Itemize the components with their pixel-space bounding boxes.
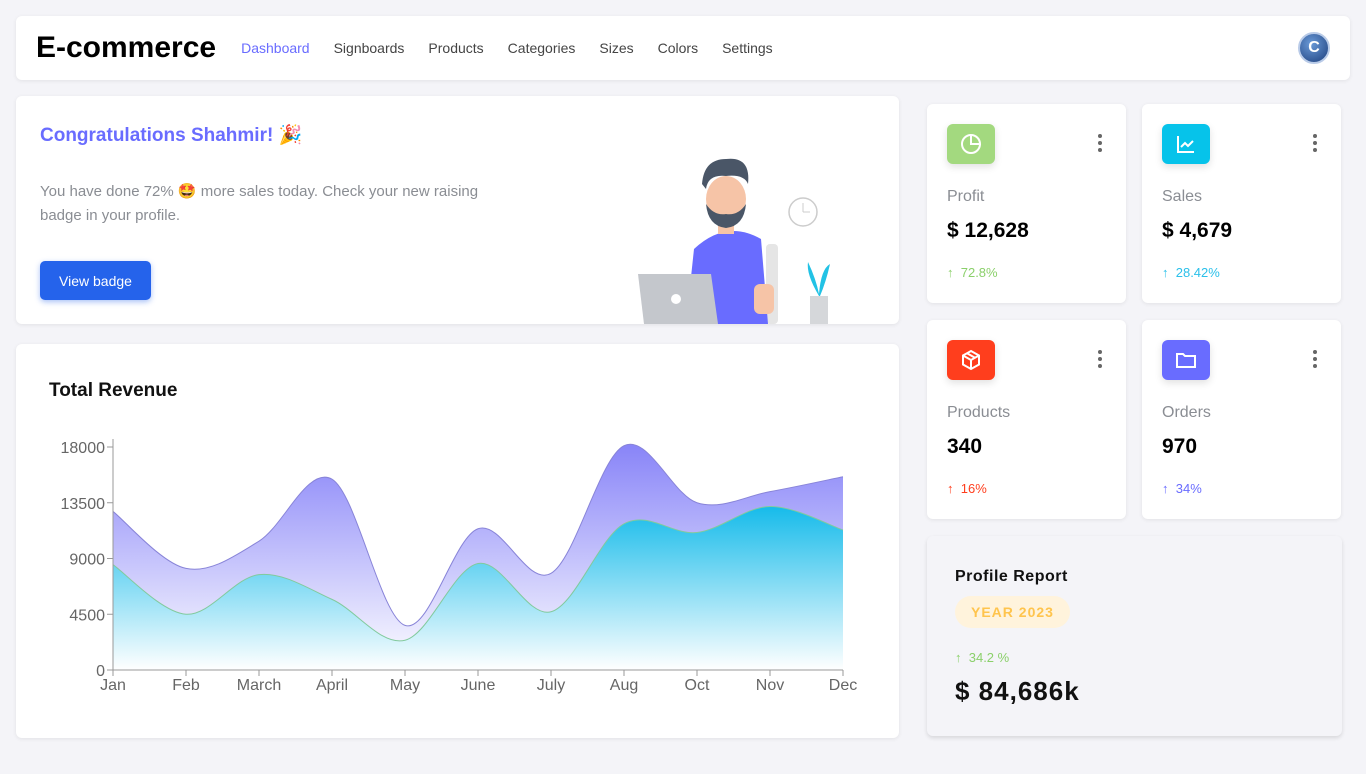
nav-link-sizes[interactable]: Sizes [599,40,633,56]
x-tick-label: July [537,677,565,694]
stat-card-products: Products 340 ↑ 16% [927,320,1126,519]
stat-value: $ 12,628 [947,219,1029,242]
stat-label: Sales [1162,188,1203,205]
nav-link-settings[interactable]: Settings [722,40,773,56]
arrow-up-icon: ↑ [947,265,954,280]
nav-link-products[interactable]: Products [428,40,483,56]
y-tick-label: 13500 [61,496,106,513]
x-tick-label: Aug [610,677,638,694]
arrow-up-icon: ↑ [955,650,962,665]
stat-change: ↑ 28.42% [1162,265,1220,280]
nav-link-categories[interactable]: Categories [508,40,576,56]
year-badge: YEAR 2023 [955,596,1070,628]
congrats-title: Congratulations Shahmir! 🎉 [40,125,303,146]
report-value: $ 84,686k [955,676,1080,706]
stat-label: Orders [1162,404,1211,421]
folder-icon [1162,340,1210,380]
more-options-icon[interactable] [1313,350,1319,371]
pie-chart-icon [947,124,995,164]
arrow-up-icon: ↑ [1162,481,1169,496]
stat-card-sales: Sales $ 4,679 ↑ 28.42% [1142,104,1341,303]
man-with-laptop-illustration [638,158,830,324]
x-tick-label: March [237,677,281,694]
line-chart-icon [1162,124,1210,164]
y-tick-label: 9000 [69,552,105,569]
stat-change: ↑ 72.8% [947,265,998,280]
x-tick-label: Feb [172,677,200,694]
view-badge-button[interactable]: View badge [40,261,151,300]
stat-value: $ 4,679 [1162,219,1233,242]
y-tick-label: 4500 [69,607,105,624]
stat-label: Profit [947,188,985,205]
nav-link-dashboard[interactable]: Dashboard [241,40,310,56]
x-tick-label: Dec [829,677,857,694]
stat-change-value: 28.42% [1175,265,1220,280]
stat-change: ↑ 34% [1162,481,1202,496]
x-tick-label: April [316,677,348,694]
stat-label: Products [947,404,1011,421]
stat-value: 340 [947,435,983,458]
report-change: ↑ 34.2 % [955,650,1009,665]
more-options-icon[interactable] [1098,350,1104,371]
y-tick-label: 18000 [61,440,106,457]
stat-value: 970 [1162,435,1198,458]
congrats-message: You have done 72% 🤩 more sales today. Ch… [40,183,479,224]
avatar-letter: C [1308,39,1320,56]
stat-change-value: 16% [960,481,987,496]
arrow-up-icon: ↑ [1162,265,1169,280]
user-avatar[interactable]: C [1298,32,1330,64]
stat-change: ↑ 16% [947,481,987,496]
box-icon [947,340,995,380]
report-change-value: 34.2 % [968,650,1010,665]
more-options-icon[interactable] [1098,134,1104,155]
nav-link-colors[interactable]: Colors [658,40,698,56]
nav-links: Dashboard Signboards Products Categories Siz… [241,40,797,56]
stat-card-profit: Profit $ 12,628 ↑ 72.8% [927,104,1126,303]
stat-change-value: 72.8% [960,265,998,280]
x-tick-label: June [461,677,496,694]
top-navbar: E-commerce Dashboard Signboards Products Ca… [16,16,1350,80]
report-title: Profile Report [955,568,1068,585]
x-tick-label: May [390,677,420,694]
arrow-up-icon: ↑ [947,481,954,496]
stat-change-value: 34% [1175,481,1202,496]
nav-link-signboards[interactable]: Signboards [334,40,405,56]
revenue-area-chart: 0450090001350018000Jan Feb March April May Ju… [61,439,857,694]
x-tick-label: Oct [685,677,710,694]
congrats-card: Congratulations Shahmir! 🎉 You have done… [16,96,899,324]
profile-report-card: Profile Report YEAR 2023 ↑ 34.2 % $ 84,6… [927,536,1342,736]
brand-logo[interactable]: E-commerce [36,31,216,65]
more-options-icon[interactable] [1313,134,1319,155]
x-tick-label: Nov [756,677,784,694]
total-revenue-card: Total Revenue 0 4500 9000 13500 18000 Jan Feb M… [16,344,899,738]
stat-card-orders: Orders 970 ↑ 34% [1142,320,1341,519]
x-tick-label: Jan [100,677,126,694]
